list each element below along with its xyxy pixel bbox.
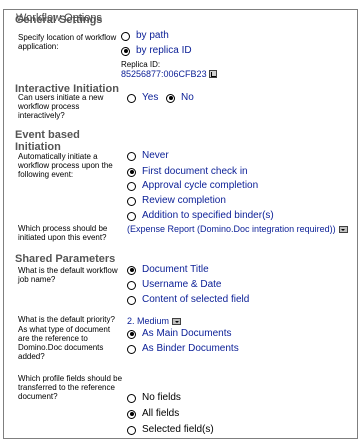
radio-circle[interactable] [127,93,136,103]
radio-as-binder-documents[interactable]: As Binder Documents [127,343,239,355]
radio-circle-selected[interactable] [166,93,175,103]
radio-document-title[interactable]: Document Title [127,264,209,276]
radio-approval-cycle-completion[interactable]: Approval cycle completion [127,180,258,192]
radio-circle[interactable] [127,211,136,221]
document-type-question: As what type of document are the referen… [18,325,111,361]
radio-as-main-documents[interactable]: As Main Documents [127,328,231,340]
radio-circle-selected[interactable] [127,167,136,177]
radio-circle[interactable] [127,181,136,191]
interactive-question: Can users initiate a new workflow proces… [18,93,104,120]
radio-no[interactable]: No [166,92,194,104]
profile-fields-question: Which profile fields should be transferr… [18,374,123,401]
section-event-based-initiation: Event based Initiation [15,129,80,153]
radio-circle-selected[interactable] [127,265,136,275]
process-select[interactable]: (Expense Report (Domino.Doc integration … [127,224,348,235]
radio-selected-fields[interactable]: Selected field(s) [127,424,214,436]
radio-circle[interactable] [127,196,136,206]
radio-all-fields[interactable]: All fields [127,408,179,420]
radio-circle[interactable] [127,425,136,435]
dropdown-arrow-icon[interactable] [338,226,348,233]
radio-circle[interactable] [127,344,136,354]
radio-circle[interactable] [127,295,136,305]
radio-circle[interactable] [121,31,130,41]
radio-by-path[interactable]: by path [121,30,169,42]
radio-review-completion[interactable]: Review completion [127,195,226,207]
priority-question: What is the default priority? [18,315,115,324]
radio-never[interactable]: Never [127,150,169,162]
radio-circle-selected[interactable] [121,46,130,56]
process-question: Which process should be initiated upon t… [18,224,108,242]
replica-lookup-icon[interactable] [208,70,217,78]
replica-id-label: Replica ID: [121,60,161,69]
radio-circle[interactable] [127,151,136,161]
location-question: Specify location of workflow application… [18,33,117,51]
radio-username-date[interactable]: Username & Date [127,279,221,291]
radio-first-document-check-in[interactable]: First document check in [127,166,248,178]
radio-no-fields[interactable]: No fields [127,392,181,404]
radio-circle[interactable] [127,393,136,403]
radio-yes[interactable]: Yes [127,92,158,104]
section-general-settings: General Settings [15,14,103,26]
section-shared-parameters: Shared Parameters [15,253,116,265]
dropdown-arrow-icon[interactable] [172,318,182,325]
radio-circle[interactable] [127,280,136,290]
radio-content-of-selected-field[interactable]: Content of selected field [127,294,249,306]
job-name-question: What is the default workflow job name? [18,266,118,284]
priority-select[interactable]: 2. Medium [127,316,182,327]
event-question: Automatically initiate a workflow proces… [18,152,113,179]
radio-circle-selected[interactable] [127,409,136,419]
radio-circle-selected[interactable] [127,329,136,339]
radio-addition-to-binder[interactable]: Addition to specified binder(s) [127,210,274,222]
radio-by-replica-id[interactable]: by replica ID [121,45,192,57]
replica-id-value: 85256877:006CFB23 [121,69,217,79]
